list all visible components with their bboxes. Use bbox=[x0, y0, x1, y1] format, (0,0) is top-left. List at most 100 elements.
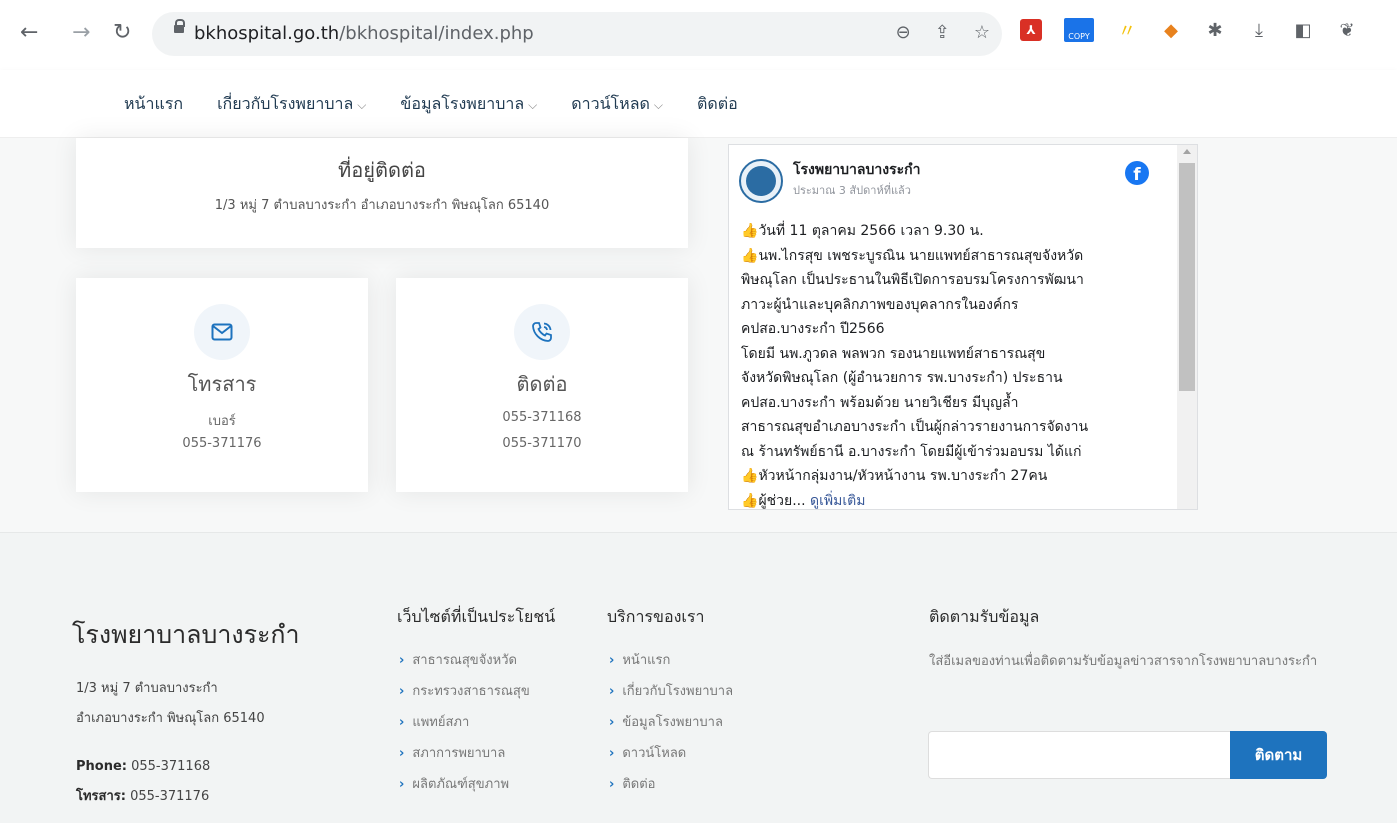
footer-phone-label: Phone: bbox=[76, 759, 127, 774]
chevron-down-icon: ⌵ bbox=[528, 98, 538, 112]
footer-fax-value: 055-371176 bbox=[125, 789, 210, 804]
nav-item[interactable]: ติดต่อ bbox=[697, 92, 738, 117]
useful-links-title: เว็บไซต์ที่เป็นประโยชน์ bbox=[397, 607, 556, 626]
facebook-post-line: พิษณุโลก เป็นประธานในพิธีเปิดการอบรมโครง… bbox=[741, 268, 1161, 293]
facebook-post-line-text: จังหวัดพิษณุโลก (ผู้อำนวยการ รพ.บางระกำ)… bbox=[741, 370, 1063, 386]
footer-link[interactable]: › หน้าแรก bbox=[609, 649, 733, 680]
phone-icon bbox=[514, 304, 570, 360]
chevron-right-icon: › bbox=[399, 653, 405, 668]
footer-link-label: แพทย์สภา bbox=[412, 715, 470, 730]
footer-fax: โทรสาร: 055-371176 bbox=[76, 785, 209, 806]
facebook-post-text: 👍วันที่ 11 ตุลาคม 2566 เวลา 9.30 น. 👍นพ.ไ… bbox=[741, 219, 1161, 509]
pen-extension-icon[interactable]: 〃 bbox=[1116, 19, 1138, 42]
footer-link[interactable]: › ผลิตภัณฑ์สุขภาพ bbox=[399, 773, 530, 804]
facebook-icon[interactable]: f bbox=[1125, 161, 1149, 185]
url-path: /bkhospital/index.php bbox=[339, 23, 534, 44]
address-title: ที่อยู่ติดต่อ bbox=[338, 158, 426, 182]
profile-avatar-icon[interactable]: ❦ bbox=[1336, 19, 1358, 41]
facebook-post-line-text: สาธารณสุขอำเภอบางระกำ เป็นผู้กล่าวรายงาน… bbox=[741, 419, 1089, 435]
footer-link-label: เกี่ยวกับโรงพยาบาล bbox=[622, 684, 734, 699]
footer-link[interactable]: › สภาการพยาบาล bbox=[399, 742, 530, 773]
back-arrow-icon[interactable]: ← bbox=[20, 20, 38, 46]
address-text: 1/3 หมู่ 7 ตำบลบางระกำ อำเภอบางระกำ พิษณ… bbox=[214, 198, 550, 213]
chevron-right-icon: › bbox=[609, 684, 615, 699]
thumbs-up-icon: 👍 bbox=[741, 492, 759, 509]
footer-link[interactable]: › เกี่ยวกับโรงพยาบาล bbox=[609, 680, 733, 711]
see-more-link[interactable]: ดูเพิ่มเติม bbox=[810, 493, 865, 509]
contact-phone-1: 055-371168 bbox=[502, 410, 582, 425]
lock-icon[interactable] bbox=[174, 19, 185, 33]
footer-link-label: ดาวน์โหลด bbox=[622, 746, 687, 761]
subscribe-title: ติดตามรับข้อมูล bbox=[929, 607, 1040, 626]
scrollbar-thumb[interactable] bbox=[1179, 163, 1195, 391]
nav-item-label: หน้าแรก bbox=[124, 94, 184, 113]
address-bar-actions: ⊖ ⇪ ☆ bbox=[896, 22, 990, 43]
facebook-scrollbar[interactable] bbox=[1177, 145, 1197, 509]
chevron-right-icon: › bbox=[609, 653, 615, 668]
fox-extension-icon[interactable]: ◆ bbox=[1160, 19, 1182, 41]
subscribe-email-input[interactable] bbox=[928, 731, 1230, 779]
footer-address-line-1: 1/3 หมู่ 7 ตำบลบางระกำ bbox=[76, 681, 218, 696]
thumbs-up-icon: 👍 bbox=[741, 468, 759, 484]
envelope-icon bbox=[194, 304, 250, 360]
footer-address-line-2: อำเภอบางระกำ พิษณุโลก 65140 bbox=[76, 711, 265, 726]
contact-title: ติดต่อ bbox=[516, 372, 568, 396]
facebook-post-line-text: โดยมี นพ.ภูวดล พลพวก รองนายแพทย์สาธารณสุ… bbox=[741, 345, 1046, 362]
nav-item[interactable]: ข้อมูลโรงพยาบาล ⌵ bbox=[400, 92, 537, 117]
nav-item-label: เกี่ยวกับโรงพยาบาล bbox=[217, 94, 354, 113]
chevron-right-icon: › bbox=[609, 715, 615, 730]
scroll-up-arrow-icon[interactable] bbox=[1183, 149, 1191, 154]
contact-phone-2: 055-371170 bbox=[502, 436, 582, 451]
footer-link[interactable]: › ดาวน์โหลด bbox=[609, 742, 733, 773]
nav-item[interactable]: ดาวน์โหลด ⌵ bbox=[571, 92, 663, 117]
footer-link[interactable]: › ข้อมูลโรงพยาบาล bbox=[609, 711, 733, 742]
puzzle-extensions-icon[interactable]: ✱ bbox=[1204, 19, 1226, 41]
nav-item-label: ข้อมูลโรงพยาบาล bbox=[400, 94, 525, 113]
fax-number-label: เบอร์ bbox=[208, 414, 236, 429]
facebook-post-line-text: ณ ร้านทรัพย์ธานี อ.บางระกำ โดยมีผู้เข้าร… bbox=[741, 443, 1082, 460]
contact-section: ที่อยู่ติดต่อ 1/3 หมู่ 7 ตำบลบางระกำ อำเ… bbox=[0, 138, 1397, 532]
facebook-post-line: ณ ร้านทรัพย์ธานี อ.บางระกำ โดยมีผู้เข้าร… bbox=[741, 440, 1161, 465]
facebook-post-line: คปสอ.บางระกำ ปี2566 bbox=[741, 317, 1161, 342]
services-title: บริการของเรา bbox=[607, 607, 705, 626]
facebook-post-line-text: ผู้ช่วย... bbox=[758, 492, 806, 509]
footer-link[interactable]: › ติดต่อ bbox=[609, 773, 733, 804]
subscribe-button[interactable]: ติดตาม bbox=[1230, 731, 1327, 779]
hospital-logo-avatar[interactable] bbox=[739, 159, 783, 203]
forward-arrow-icon[interactable]: → bbox=[72, 20, 90, 46]
footer-link-label: กระทรวงสาธารณสุข bbox=[412, 684, 530, 699]
footer-link-label: สภาการพยาบาล bbox=[412, 746, 506, 761]
facebook-page-widget: โรงพยาบาลบางระกำ ประมาณ 3 สัปดาห์ที่แล้ว… bbox=[728, 144, 1198, 510]
facebook-post-line-text: คปสอ.บางระกำ พร้อมด้วย นายวิเชียร มีบุญล… bbox=[741, 394, 1019, 411]
thumbs-up-icon: 👍 bbox=[741, 247, 759, 264]
bookmark-star-icon[interactable]: ☆ bbox=[974, 22, 990, 43]
nav-item[interactable]: หน้าแรก bbox=[124, 92, 183, 117]
footer-link-label: ผลิตภัณฑ์สุขภาพ bbox=[412, 777, 510, 792]
zoom-icon[interactable]: ⊖ bbox=[896, 22, 911, 43]
chevron-down-icon: ⌵ bbox=[357, 98, 367, 112]
footer-link[interactable]: › แพทย์สภา bbox=[399, 711, 530, 742]
fax-card: โทรสาร เบอร์ 055-371176 bbox=[76, 278, 368, 492]
facebook-post-line: 👍นพ.ไกรสุข เพชระบูรณิน นายแพทย์สาธารณสุข… bbox=[741, 244, 1161, 269]
chevron-right-icon: › bbox=[399, 684, 405, 699]
url-text[interactable]: bkhospital.go.th/bkhospital/index.php bbox=[194, 23, 534, 44]
footer-link[interactable]: › สาธารณสุขจังหวัด bbox=[399, 649, 530, 680]
footer-link-label: ข้อมูลโรงพยาบาล bbox=[622, 715, 723, 730]
reload-icon[interactable]: ↻ bbox=[113, 20, 131, 46]
facebook-post-line: 👍หัวหน้ากลุ่มงาน/หัวหน้างาน รพ.บางระกำ 2… bbox=[741, 464, 1161, 489]
facebook-post-line: 👍วันที่ 11 ตุลาคม 2566 เวลา 9.30 น. bbox=[741, 219, 1161, 244]
share-icon[interactable]: ⇪ bbox=[935, 22, 950, 43]
address-bar[interactable]: bkhospital.go.th/bkhospital/index.php ⊖ … bbox=[152, 12, 1002, 56]
facebook-page-name[interactable]: โรงพยาบาลบางระกำ bbox=[793, 159, 920, 181]
footer-phone: Phone: 055-371168 bbox=[76, 759, 210, 774]
facebook-post-line-text: หัวหน้ากลุ่มงาน/หัวหน้างาน รพ.บางระกำ 27… bbox=[758, 468, 1048, 484]
side-panel-icon[interactable]: ◧ bbox=[1292, 19, 1314, 41]
footer-link[interactable]: › กระทรวงสาธารณสุข bbox=[399, 680, 530, 711]
chevron-right-icon: › bbox=[399, 715, 405, 730]
pdf-extension-icon[interactable]: ⅄ bbox=[1020, 19, 1042, 41]
facebook-post-time[interactable]: ประมาณ 3 สัปดาห์ที่แล้ว bbox=[793, 181, 911, 199]
download-icon[interactable]: ⤓ bbox=[1248, 19, 1270, 41]
services-list: › หน้าแรก › เกี่ยวกับโรงพยาบาล › ข้อมูลโรงพยา… bbox=[609, 649, 733, 804]
nav-item[interactable]: เกี่ยวกับโรงพยาบาล ⌵ bbox=[217, 92, 366, 117]
copy-extension-icon[interactable]: COPY bbox=[1064, 18, 1094, 42]
